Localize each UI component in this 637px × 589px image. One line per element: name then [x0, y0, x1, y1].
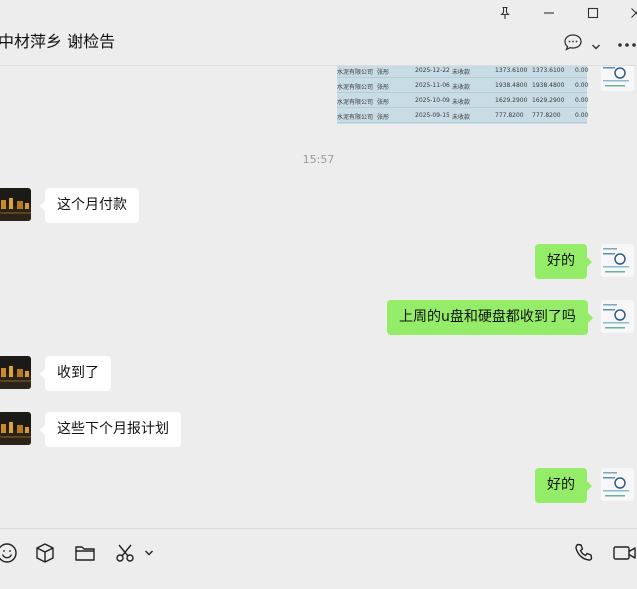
message-bubble-outgoing[interactable]: 好的 [535, 468, 592, 503]
contact-avatar[interactable] [0, 412, 31, 445]
spreadsheet-image[interactable]: 水泥有限公司 张彤 2025-12-22 未收款 1373.6100 1373.… [337, 66, 588, 124]
chat-header: 中材萍乡 谢检告 [0, 26, 637, 66]
chat-window: 中材萍乡 谢检告 水泥有限公司 张彤 2025-12-22 未收款 1373.6… [0, 0, 637, 589]
message-bubble-incoming[interactable]: 这个月付款 [40, 188, 139, 223]
chat-bubble-icon [563, 33, 585, 57]
message-bubble-outgoing[interactable]: 好的 [535, 244, 592, 279]
emoji-icon[interactable] [0, 541, 19, 565]
contact-avatar[interactable] [0, 356, 31, 389]
message-bubble-incoming[interactable]: 收到了 [40, 356, 111, 391]
self-avatar[interactable] [601, 468, 634, 501]
message-bubble-incoming[interactable]: 这些下个月报计划 [40, 412, 181, 447]
video-call-icon[interactable] [612, 541, 637, 565]
message-bubble-outgoing[interactable]: 上周的u盘和硬盘都收到了吗 [387, 300, 593, 335]
screenshot-icon[interactable] [113, 541, 137, 565]
message-list[interactable]: 水泥有限公司 张彤 2025-12-22 未收款 1373.6100 1373.… [0, 66, 637, 528]
voice-call-icon[interactable] [572, 541, 596, 565]
more-icon[interactable] [617, 39, 637, 51]
folder-icon[interactable] [73, 541, 97, 565]
message-timestamp: 15:57 [302, 153, 335, 166]
chevron-down-icon[interactable] [139, 541, 159, 565]
self-avatar[interactable] [601, 66, 634, 91]
chat-title: 中材萍乡 谢检告 [0, 32, 116, 51]
chat-info-button[interactable] [562, 33, 602, 57]
self-avatar[interactable] [601, 300, 634, 333]
minimize-icon[interactable] [540, 4, 558, 22]
window-titlebar [0, 0, 637, 26]
close-icon[interactable] [627, 4, 637, 22]
sheet-row: 水泥有限公司 张彤 2025-10-09 未收款 1629.2900 1629.… [337, 93, 588, 108]
sheet-row: 水泥有限公司 张彤 2025-11-06 未收款 1938.4800 1938.… [337, 78, 588, 93]
pin-icon[interactable] [496, 4, 514, 22]
self-avatar[interactable] [601, 244, 634, 277]
contact-avatar[interactable] [0, 188, 31, 221]
sticker-icon[interactable] [33, 541, 57, 565]
maximize-icon[interactable] [584, 4, 602, 22]
sheet-row: 水泥有限公司 张彤 2025-12-22 未收款 1373.6100 1373.… [337, 66, 588, 78]
input-toolbar [0, 528, 637, 589]
sheet-row: 水泥有限公司 张彤 2025-09-15 未收款 777.8200 777.82… [337, 108, 588, 123]
chevron-down-icon [591, 36, 601, 55]
